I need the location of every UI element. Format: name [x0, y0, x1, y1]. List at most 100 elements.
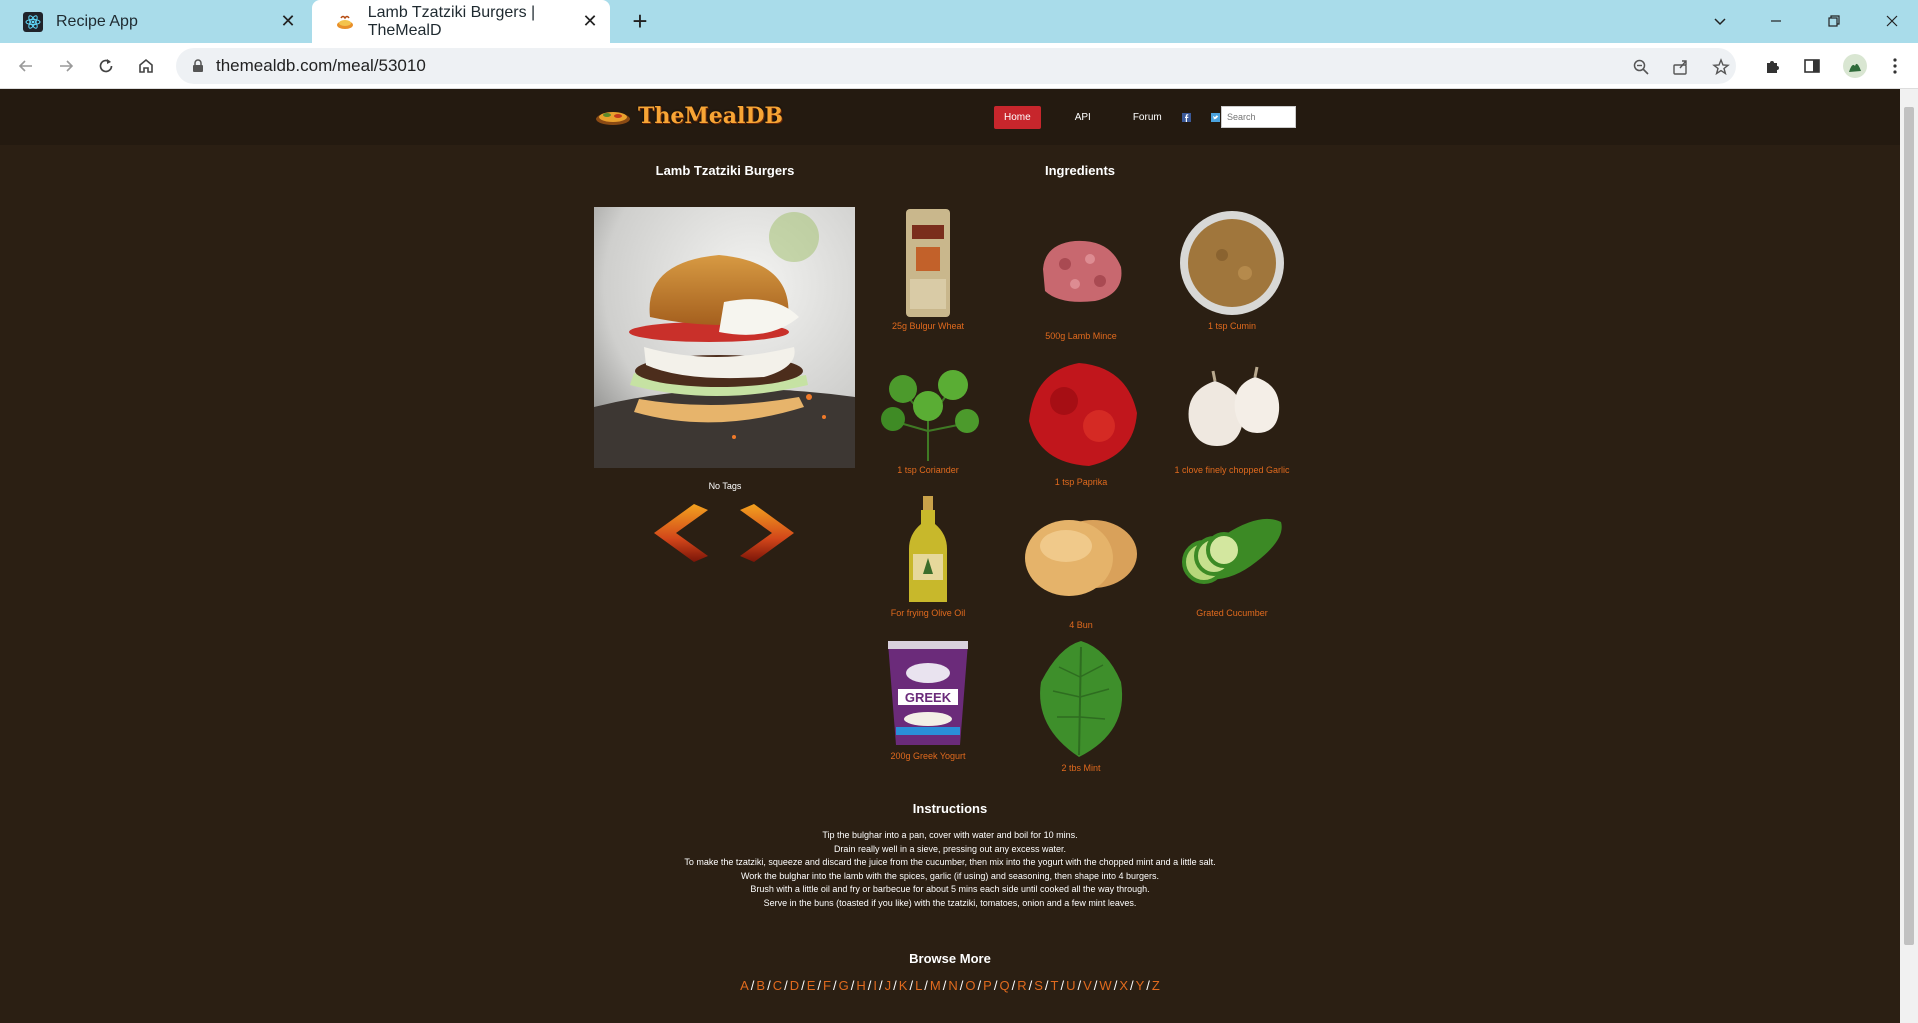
letter-separator: /	[850, 978, 855, 993]
extensions-puzzle-icon[interactable]	[1762, 55, 1784, 77]
letter-separator: /	[1129, 978, 1134, 993]
browse-letter-t[interactable]: T	[1051, 978, 1059, 993]
browse-letter-e[interactable]: E	[807, 978, 816, 993]
browse-letter-v[interactable]: V	[1083, 978, 1092, 993]
menu-kebab-icon[interactable]	[1884, 55, 1906, 77]
nav-api-link[interactable]: API	[1065, 106, 1101, 129]
ingredients-heading: Ingredients	[1044, 163, 1116, 178]
tab-recipe-app[interactable]: Recipe App ✕	[0, 0, 308, 43]
lock-icon[interactable]	[192, 59, 204, 73]
browse-letter-x[interactable]: X	[1119, 978, 1128, 993]
share-icon[interactable]	[1670, 56, 1692, 78]
browse-letter-s[interactable]: S	[1034, 978, 1043, 993]
browse-letter-b[interactable]: B	[756, 978, 765, 993]
letter-separator: /	[893, 978, 897, 993]
ingredient-item[interactable]: Grated Cucumber	[1157, 494, 1307, 618]
nav-forum-link[interactable]: Forum	[1123, 106, 1172, 129]
close-tab-icon[interactable]: ✕	[580, 11, 600, 31]
react-icon	[22, 11, 44, 33]
cucumber-icon	[1182, 518, 1282, 584]
meal-favicon-icon	[334, 11, 356, 33]
ingredient-item[interactable]: 1 clove finely chopped Garlic	[1157, 351, 1307, 475]
browse-letter-z[interactable]: Z	[1152, 978, 1160, 993]
browse-letter-w[interactable]: W	[1099, 978, 1111, 993]
forward-arrow-icon[interactable]	[52, 52, 80, 80]
home-icon[interactable]	[132, 52, 160, 80]
browser-tab-strip: Recipe App ✕ Lamb Tzatziki Burgers | The…	[0, 0, 1918, 43]
next-arrow-icon[interactable]	[738, 502, 796, 564]
browse-letter-l[interactable]: L	[915, 978, 922, 993]
previous-arrow-icon[interactable]	[652, 502, 710, 564]
ingredient-item[interactable]: 4 Bun	[1006, 494, 1156, 630]
browse-letter-a[interactable]: A	[740, 978, 749, 993]
close-window-icon[interactable]	[1872, 6, 1912, 36]
paprika-powder-icon	[1029, 363, 1137, 466]
ingredient-item[interactable]: 25g Bulgur Wheat	[853, 207, 1003, 331]
nav-home-button[interactable]: Home	[994, 106, 1041, 129]
browse-letter-f[interactable]: F	[823, 978, 831, 993]
minimize-icon[interactable]	[1756, 6, 1796, 36]
ingredient-item[interactable]: For frying Olive Oil	[853, 494, 1003, 618]
browse-letter-i[interactable]: I	[873, 978, 877, 993]
browse-letters: A / B / C / D / E / F / G / H / I / J / K / L / M / N / O / P / Q / R / S / T /…	[0, 978, 1900, 993]
browse-letter-g[interactable]: G	[839, 978, 849, 993]
browse-letter-p[interactable]: P	[983, 978, 992, 993]
browse-letter-u[interactable]: U	[1066, 978, 1075, 993]
letter-separator: /	[784, 978, 788, 993]
ingredient-label: 1 clove finely chopped Garlic	[1174, 465, 1290, 475]
browse-letter-c[interactable]: C	[773, 978, 782, 993]
letter-separator: /	[942, 978, 947, 993]
page-scrollbar[interactable]	[1900, 89, 1918, 1023]
ingredient-item[interactable]: 1 tsp Cumin	[1157, 207, 1307, 331]
browse-letter-n[interactable]: N	[948, 978, 957, 993]
ingredient-item[interactable]: 1 tsp Coriander	[853, 351, 1003, 475]
ingredient-label: 1 tsp Paprika	[1054, 477, 1108, 487]
letter-separator: /	[924, 978, 928, 993]
tab-lamb-tzatziki-burgers[interactable]: Lamb Tzatziki Burgers | TheMealD ✕	[312, 0, 610, 43]
browse-letter-r[interactable]: R	[1017, 978, 1026, 993]
browse-letter-d[interactable]: D	[790, 978, 799, 993]
bookmark-star-icon[interactable]	[1710, 56, 1732, 78]
address-bar[interactable]: themealdb.com/meal/53010	[176, 48, 1736, 84]
back-arrow-icon[interactable]	[12, 52, 40, 80]
new-tab-icon[interactable]: +	[626, 8, 654, 36]
ingredient-item[interactable]: GREEK 200g Greek Yogurt	[853, 637, 1003, 761]
browse-letter-q[interactable]: Q	[999, 978, 1009, 993]
meal-title: Lamb Tzatziki Burgers	[655, 163, 795, 178]
logo-text: TheMealDB	[638, 103, 783, 129]
side-panel-icon[interactable]	[1801, 55, 1823, 77]
browse-letter-h[interactable]: H	[856, 978, 865, 993]
browse-letter-y[interactable]: Y	[1136, 978, 1145, 993]
letter-separator: /	[1093, 978, 1098, 993]
site-logo[interactable]: TheMealDB	[594, 101, 783, 131]
twitter-icon[interactable]	[1210, 113, 1220, 122]
ingredient-item[interactable]: 1 tsp Paprika	[1006, 351, 1156, 487]
browse-letter-o[interactable]: O	[965, 978, 975, 993]
browse-letter-m[interactable]: M	[930, 978, 941, 993]
url-text: themealdb.com/meal/53010	[216, 56, 426, 75]
ingredient-label: 500g Lamb Mince	[1045, 331, 1117, 341]
ingredient-item[interactable]: 500g Lamb Mince	[1006, 219, 1156, 341]
browse-letter-j[interactable]: J	[885, 978, 892, 993]
browser-toolbar: themealdb.com/meal/53010	[0, 43, 1918, 89]
facebook-icon[interactable]	[1181, 113, 1191, 122]
ingredient-item[interactable]: 2 tbs Mint	[1006, 637, 1156, 773]
profile-avatar-icon[interactable]	[1842, 53, 1868, 79]
restore-icon[interactable]	[1814, 6, 1854, 36]
ingredient-label: Grated Cucumber	[1196, 608, 1268, 618]
bulgur-wheat-bag-icon	[906, 209, 950, 317]
letter-separator: /	[1011, 978, 1016, 993]
ingredient-label: 2 tbs Mint	[1061, 763, 1101, 773]
burger-buns-icon	[1025, 520, 1137, 596]
logo-dish-icon	[596, 112, 630, 125]
scrollbar-thumb[interactable]	[1904, 107, 1914, 945]
reload-icon[interactable]	[92, 52, 120, 80]
tab-search-chevron-icon[interactable]	[1700, 6, 1740, 36]
browse-letter-k[interactable]: K	[899, 978, 908, 993]
zoom-out-icon[interactable]	[1630, 56, 1652, 78]
letter-separator: /	[993, 978, 998, 993]
instruction-line: Tip the bulghar into a pan, cover with w…	[822, 830, 1078, 840]
close-tab-icon[interactable]: ✕	[278, 11, 298, 31]
instructions-heading: Instructions	[912, 801, 988, 816]
search-input[interactable]	[1221, 106, 1296, 128]
